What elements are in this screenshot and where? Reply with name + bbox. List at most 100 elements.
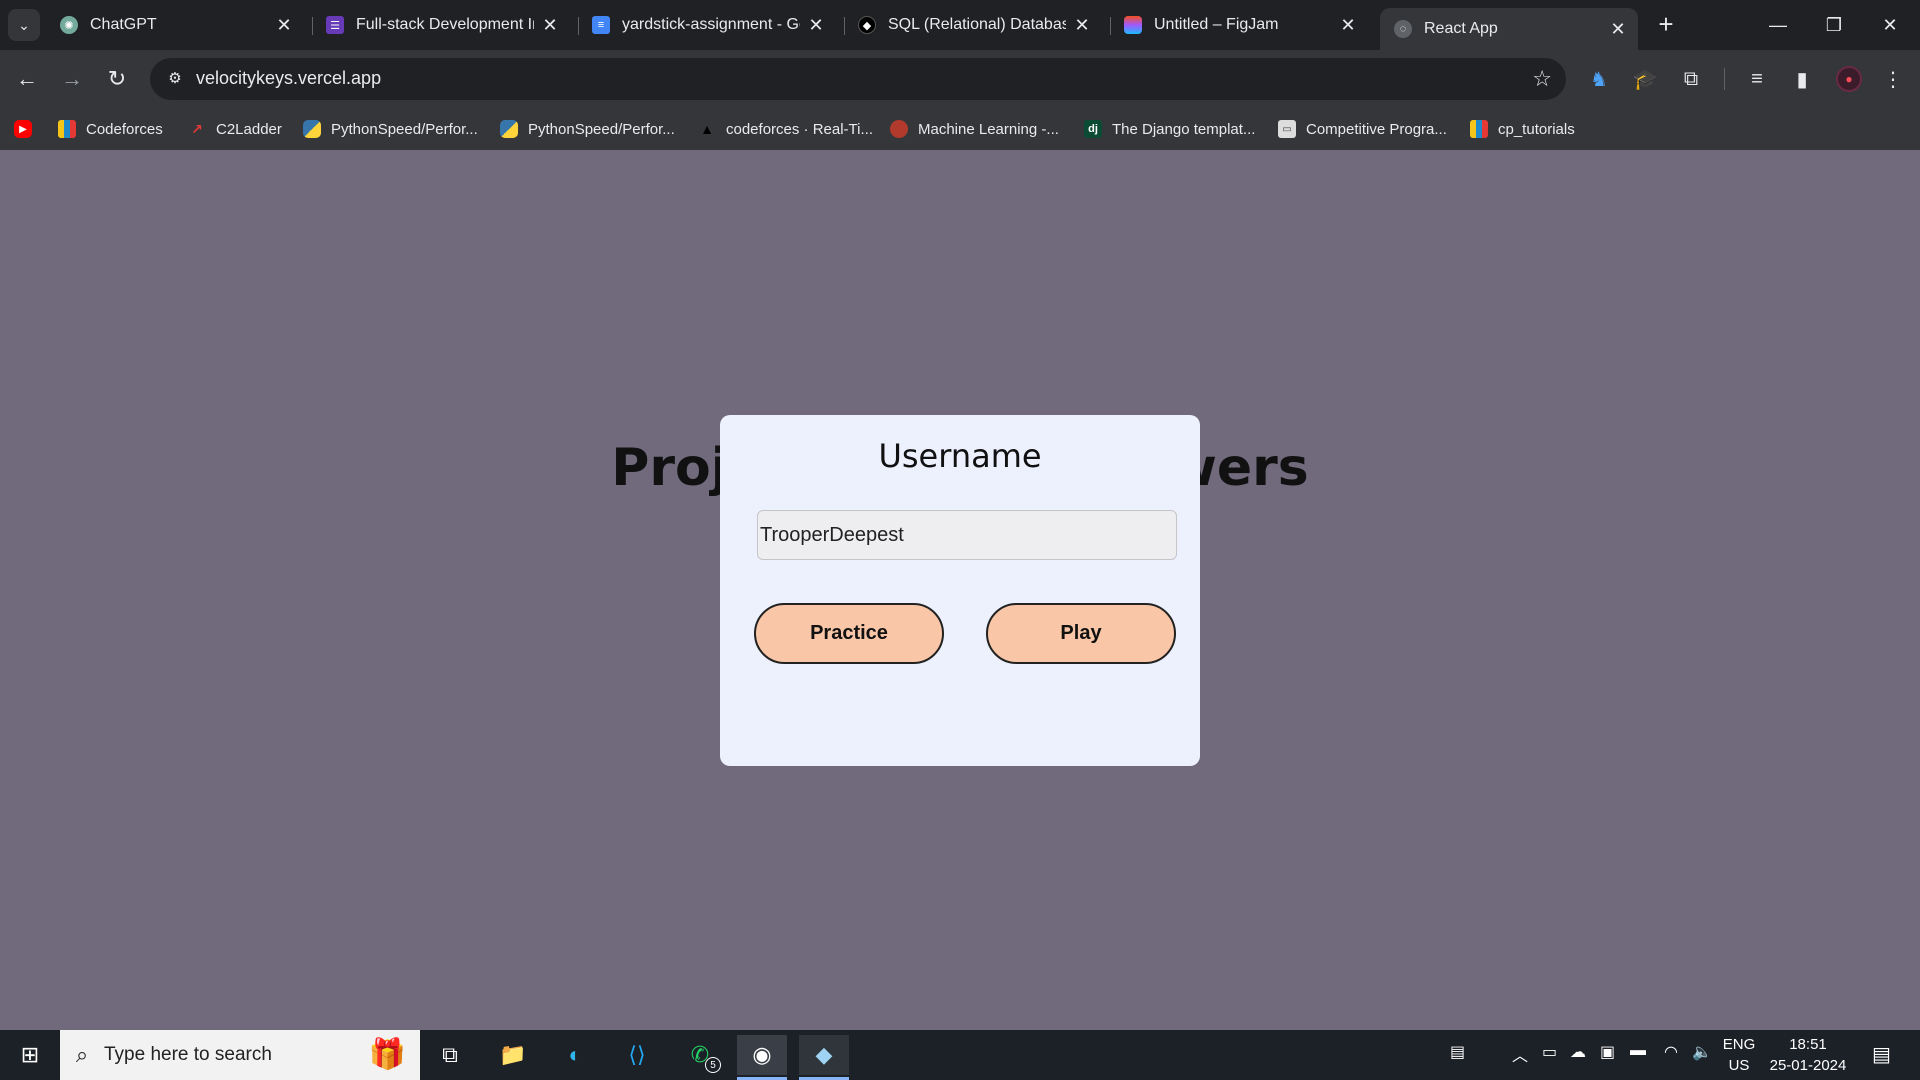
edge-icon[interactable]: ◐ <box>550 1035 600 1075</box>
file-explorer-icon[interactable]: 📁 <box>488 1035 538 1075</box>
bookmark-label: PythonSpeed/Perfor... <box>331 120 478 138</box>
python-icon <box>500 120 518 138</box>
codeforces-icon <box>58 120 76 138</box>
site-settings-icon[interactable]: ⚙ <box>164 68 186 90</box>
tab-title: ChatGPT <box>90 16 157 33</box>
search-placeholder: Type here to search <box>104 1044 272 1065</box>
chevron-down-icon: ⌄ <box>18 16 30 33</box>
puzzle-icon[interactable]: ⧉ <box>1676 64 1706 94</box>
tab-fullstack[interactable]: ☰ Full-stack Development Int ✕ <box>312 8 570 42</box>
username-input[interactable] <box>757 510 1177 560</box>
language-indicator[interactable]: ENG <box>1716 1036 1762 1053</box>
bookmark-codeforces[interactable]: Codeforces <box>58 117 163 141</box>
forms-icon: ☰ <box>326 16 344 34</box>
more-menu-icon[interactable]: ⋮ <box>1878 64 1908 94</box>
bookmark-star-icon[interactable]: ☆ <box>1532 66 1552 92</box>
minimize-icon[interactable]: — <box>1750 0 1806 50</box>
username-modal: Username Practice Play <box>720 415 1200 766</box>
restore-icon[interactable]: ❐ <box>1806 0 1862 50</box>
volume-icon[interactable]: 🔈 <box>1692 1042 1712 1062</box>
new-tab-button[interactable]: + <box>1652 11 1680 39</box>
tab-react-app[interactable]: ◌ React App ✕ <box>1380 8 1638 50</box>
search-icon: ⌕ <box>75 1042 89 1067</box>
bookmark-django[interactable]: dj The Django templat... <box>1084 117 1255 141</box>
clock-date[interactable]: 25-01-2024 <box>1760 1057 1856 1074</box>
extension-icon[interactable]: ♞ <box>1584 64 1614 94</box>
bookmark-label: Machine Learning -... <box>918 120 1059 138</box>
cp-icon: ▭ <box>1278 120 1296 138</box>
ml-icon <box>890 120 908 138</box>
bookmark-label: Codeforces <box>86 120 163 138</box>
reload-icon[interactable]: ↻ <box>101 63 133 95</box>
task-view-icon[interactable]: ⧉ <box>425 1035 475 1075</box>
media-controls-icon[interactable]: ≡ <box>1742 64 1772 94</box>
tab-chatgpt[interactable]: ✺ ChatGPT ✕ <box>46 8 304 42</box>
bookmark-cp-tutorials[interactable]: cp_tutorials <box>1470 117 1575 141</box>
app-icon[interactable]: ◆ <box>799 1035 849 1075</box>
bookmark-pythonspeed-2[interactable]: PythonSpeed/Perfor... <box>500 117 675 141</box>
taskbar-search-box[interactable]: ⌕ Type here to search 🎁 <box>60 1030 420 1080</box>
whatsapp-icon[interactable]: ✆ 5 <box>675 1035 725 1075</box>
avatar[interactable]: ● <box>1836 66 1862 92</box>
django-icon: dj <box>1084 120 1102 138</box>
tab-title: React App <box>1424 20 1498 37</box>
windows-start-icon[interactable]: ⊞ <box>5 1035 55 1075</box>
tab-title: SQL (Relational) Databases <box>888 16 1066 33</box>
triangle-icon: ▲ <box>700 121 714 137</box>
tab-search-button[interactable]: ⌄ <box>8 9 40 41</box>
onedrive-icon[interactable]: ☁ <box>1570 1042 1586 1062</box>
tab-title: yardstick-assignment - Goo <box>622 16 800 33</box>
url-text[interactable]: velocitykeys.vercel.app <box>196 68 381 89</box>
battery-icon[interactable]: ▬ <box>1630 1042 1646 1060</box>
news-icon[interactable]: ▤ <box>1450 1042 1465 1062</box>
tab-yardstick[interactable]: ≡ yardstick-assignment - Goo ✕ <box>578 8 836 42</box>
c2ladder-icon: ↗ <box>191 120 203 137</box>
defender-icon[interactable]: ▣ <box>1600 1042 1615 1062</box>
close-icon[interactable]: ✕ <box>1338 15 1358 36</box>
close-icon[interactable]: ✕ <box>540 15 560 36</box>
bookmark-codeforces-realtime[interactable]: ▲ codeforces · Real-Ti... <box>698 117 873 141</box>
browser-toolbar: ← → ↻ ⚙ velocitykeys.vercel.app ☆ ♞ 🎓 ⧉ … <box>0 50 1920 108</box>
extension-icon[interactable]: 🎓 <box>1630 64 1660 94</box>
globe-icon: ◌ <box>1394 20 1412 38</box>
clock-time[interactable]: 18:51 <box>1760 1036 1856 1053</box>
python-icon <box>303 120 321 138</box>
close-icon[interactable]: ✕ <box>1608 19 1628 40</box>
site-icon: ◆ <box>858 16 876 34</box>
close-icon[interactable]: ✕ <box>274 15 294 36</box>
close-window-icon[interactable]: ✕ <box>1862 0 1918 50</box>
page-content: Project for Interviewers Username Practi… <box>0 150 1920 1030</box>
figma-icon <box>1124 16 1142 34</box>
bookmark-pythonspeed-1[interactable]: PythonSpeed/Perfor... <box>303 117 478 141</box>
back-arrow-icon[interactable]: ← <box>11 63 43 95</box>
vscode-icon[interactable]: ⟨⟩ <box>612 1035 662 1075</box>
region-indicator[interactable]: US <box>1716 1057 1762 1074</box>
bookmark-label: cp_tutorials <box>1498 120 1575 138</box>
address-bar[interactable]: ⚙ velocitykeys.vercel.app ☆ <box>150 58 1566 100</box>
close-icon[interactable]: ✕ <box>1072 15 1092 36</box>
chevron-up-icon[interactable]: ︿ <box>1512 1042 1528 1066</box>
tab-figjam[interactable]: Untitled – FigJam ✕ <box>1110 8 1368 42</box>
bookmark-youtube[interactable]: ▶ <box>14 117 42 141</box>
notifications-icon[interactable]: ▤ <box>1872 1042 1891 1067</box>
bookmark-competitive-programming[interactable]: ▭ Competitive Progra... <box>1278 117 1447 141</box>
windows-taskbar: ⊞ ⌕ Type here to search 🎁 ⧉ 📁 ◐ ⟨⟩ ✆ 5 ◉… <box>0 1030 1920 1080</box>
bookmark-machine-learning[interactable]: Machine Learning -... <box>890 117 1059 141</box>
tab-title: Untitled – FigJam <box>1154 16 1279 33</box>
youtube-icon: ▶ <box>14 120 32 138</box>
close-icon[interactable]: ✕ <box>806 15 826 36</box>
bookmark-c2ladder[interactable]: ↗ C2Ladder <box>188 117 282 141</box>
side-panel-icon[interactable]: ▮ <box>1787 64 1817 94</box>
bookmark-label: codeforces · Real-Ti... <box>726 120 873 138</box>
codeforces-icon <box>1470 120 1488 138</box>
practice-button[interactable]: Practice <box>754 603 944 664</box>
bookmark-label: C2Ladder <box>216 120 282 138</box>
docs-icon: ≡ <box>592 16 610 34</box>
forward-arrow-icon[interactable]: → <box>56 63 88 95</box>
tab-strip: ⌄ ✺ ChatGPT ✕ ☰ Full-stack Development I… <box>0 0 1920 50</box>
tab-sql[interactable]: ◆ SQL (Relational) Databases ✕ <box>844 8 1102 42</box>
chrome-icon[interactable]: ◉ <box>737 1035 787 1075</box>
meet-icon[interactable]: ▭ <box>1542 1042 1557 1062</box>
wifi-icon[interactable]: ◠ <box>1664 1042 1678 1062</box>
play-button[interactable]: Play <box>986 603 1176 664</box>
